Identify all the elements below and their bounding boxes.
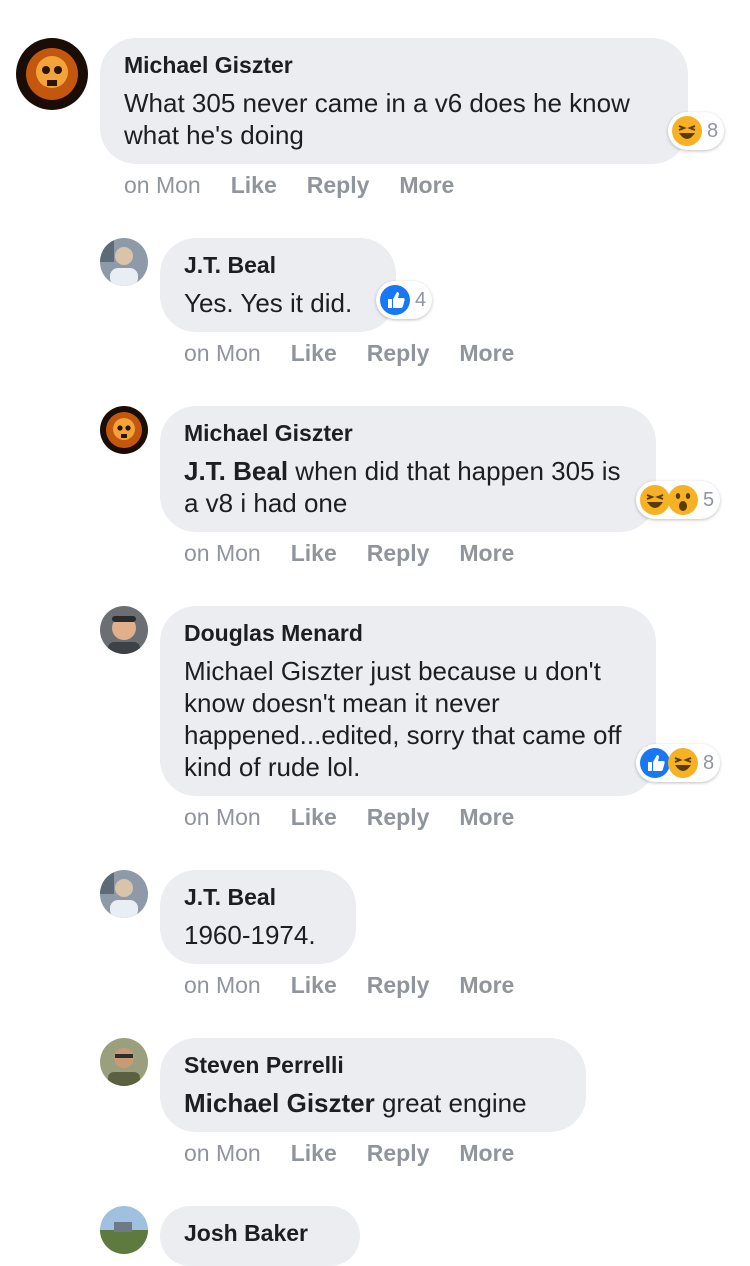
reaction-count: 8	[703, 751, 715, 774]
mention-link[interactable]: J.T. Beal	[184, 456, 288, 486]
reaction-summary[interactable]: 8	[636, 744, 721, 782]
reaction-count: 5	[703, 488, 715, 511]
more-button[interactable]: More	[459, 804, 514, 830]
timestamp: on Mon	[124, 172, 201, 198]
avatar[interactable]	[100, 238, 148, 286]
comment-actions: on Mon Like Reply More	[124, 172, 484, 199]
comment-text: Michael Giszter just because u don't kno…	[184, 656, 622, 782]
comment-author[interactable]: Steven Perrelli	[184, 1051, 562, 1079]
comment-bubble: Josh Baker	[160, 1206, 360, 1266]
reply-button[interactable]: Reply	[367, 340, 430, 366]
comment-author[interactable]: J.T. Beal	[184, 251, 372, 279]
comment-bubble: Michael Giszter What 305 never came in a…	[100, 38, 688, 164]
timestamp: on Mon	[184, 972, 261, 998]
mention-link[interactable]: Michael Giszter	[184, 1088, 375, 1118]
reply-button[interactable]: Reply	[307, 172, 370, 198]
more-button[interactable]: More	[459, 340, 514, 366]
comment-text: Michael Giszter great engine	[184, 1087, 562, 1119]
comment-actions: on Mon Like Reply More	[184, 972, 544, 999]
avatar[interactable]	[100, 870, 148, 918]
timestamp: on Mon	[184, 1140, 261, 1166]
like-button[interactable]: Like	[291, 1140, 337, 1166]
comment-author[interactable]: Douglas Menard	[184, 619, 632, 647]
avatar[interactable]	[100, 606, 148, 654]
more-button[interactable]: More	[459, 972, 514, 998]
avatar[interactable]	[100, 1206, 148, 1254]
reply-button[interactable]: Reply	[367, 540, 430, 566]
person-avatar-icon	[100, 870, 148, 918]
comment-bubble: J.T. Beal Yes. Yes it did.	[160, 238, 396, 332]
haha-reaction-icon	[671, 115, 703, 147]
more-button[interactable]: More	[459, 1140, 514, 1166]
reaction-count: 4	[415, 288, 427, 311]
like-button[interactable]: Like	[291, 972, 337, 998]
comment-author[interactable]: J.T. Beal	[184, 883, 332, 911]
person-avatar-icon	[100, 1038, 148, 1086]
comment-author[interactable]: Michael Giszter	[184, 419, 632, 447]
avatar[interactable]	[16, 38, 88, 110]
haha-reaction-icon	[667, 747, 699, 779]
like-button[interactable]: Like	[291, 804, 337, 830]
comment-text: 1960-1974.	[184, 920, 316, 950]
reaction-summary[interactable]: 8	[668, 112, 725, 150]
like-button[interactable]: Like	[291, 540, 337, 566]
more-button[interactable]: More	[399, 172, 454, 198]
timestamp: on Mon	[184, 340, 261, 366]
reply-button[interactable]: Reply	[367, 1140, 430, 1166]
skull-avatar-icon	[16, 38, 88, 110]
avatar[interactable]	[100, 1038, 148, 1086]
wow-reaction-icon	[667, 484, 699, 516]
comment-bubble: Michael Giszter J.T. Beal when did that …	[160, 406, 656, 532]
reply-button[interactable]: Reply	[367, 972, 430, 998]
reaction-count: 8	[707, 119, 719, 142]
timestamp: on Mon	[184, 804, 261, 830]
comment-text: Yes. Yes it did.	[184, 288, 353, 318]
comment-actions: on Mon Like Reply More	[184, 340, 544, 367]
avatar[interactable]	[100, 406, 148, 454]
reply-button[interactable]: Reply	[367, 804, 430, 830]
person-avatar-icon	[100, 606, 148, 654]
reaction-summary[interactable]: 5	[636, 481, 721, 519]
comment-body: great engine	[381, 1088, 527, 1118]
like-button[interactable]: Like	[291, 340, 337, 366]
comment-author[interactable]: Josh Baker	[184, 1219, 336, 1247]
like-button[interactable]: Like	[231, 172, 277, 198]
comment-author[interactable]: Michael Giszter	[124, 51, 664, 79]
skull-avatar-icon	[100, 406, 148, 454]
person-avatar-icon	[100, 238, 148, 286]
more-button[interactable]: More	[459, 540, 514, 566]
comment-text: What 305 never came in a v6 does he know…	[124, 88, 630, 150]
like-reaction-icon	[379, 284, 411, 316]
comment-bubble: J.T. Beal 1960-1974.	[160, 870, 356, 964]
comment-bubble: Douglas Menard Michael Giszter just beca…	[160, 606, 656, 796]
comment-text: J.T. Beal when did that happen 305 is a …	[184, 455, 632, 519]
comment-actions: on Mon Like Reply More	[184, 1140, 544, 1167]
comment-actions: on Mon Like Reply More	[184, 540, 544, 567]
timestamp: on Mon	[184, 540, 261, 566]
reaction-summary[interactable]: 4	[376, 281, 433, 319]
comment-bubble: Steven Perrelli Michael Giszter great en…	[160, 1038, 586, 1132]
comment-actions: on Mon Like Reply More	[184, 804, 544, 831]
landscape-avatar-icon	[100, 1206, 148, 1254]
